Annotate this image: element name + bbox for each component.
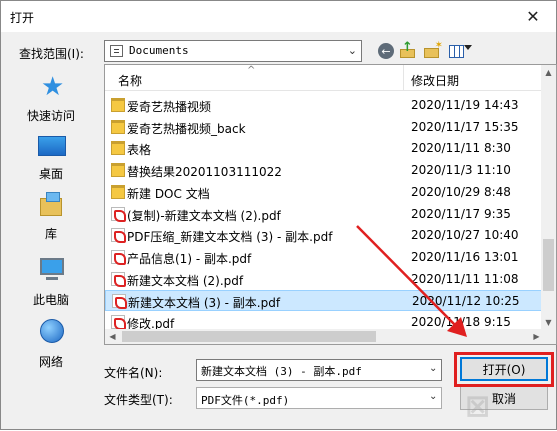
new-folder-icon: ✶ xyxy=(424,40,443,58)
file-list-row[interactable]: 新建 DOC 文档 2020/10/29 8:48 xyxy=(105,182,544,203)
file-date: 2020/11/19 14:43 xyxy=(411,98,519,112)
back-arrow-icon: ← xyxy=(378,43,394,59)
folder-icon xyxy=(111,119,125,134)
file-date: 2020/11/17 15:35 xyxy=(411,119,519,134)
file-name: 新建文本文档 (2).pdf xyxy=(127,273,244,288)
new-folder-button[interactable]: ✶ xyxy=(422,40,443,61)
pdf-file-icon xyxy=(111,315,126,330)
file-name-dropdown-icon[interactable]: ⌄ xyxy=(429,363,437,374)
file-date: 2020/10/27 10:40 xyxy=(411,228,519,243)
up-folder-icon: ↑ xyxy=(400,40,416,58)
place-quick-access[interactable]: ★ 快速访问 xyxy=(7,68,95,126)
pdf-file-icon xyxy=(111,249,126,265)
file-type-dropdown-icon[interactable]: ⌄ xyxy=(429,391,437,402)
file-list-row[interactable]: 新建文本文档 (3) - 副本.pdf 2020/11/12 10:25 xyxy=(105,290,544,312)
file-list-row[interactable]: 爱奇艺热播视频_back 2020/11/17 15:35 xyxy=(105,117,544,138)
documents-folder-icon xyxy=(110,45,123,57)
places-bar: ★ 快速访问 桌面 库 此电脑 网络 xyxy=(7,64,95,369)
file-name: 表格 xyxy=(127,143,152,158)
place-label: 此电脑 xyxy=(32,293,69,307)
file-date: 2020/10/29 8:48 xyxy=(411,184,511,199)
column-header-name[interactable]: 名称 xyxy=(118,72,142,89)
file-name: PDF压缩_新建文本文档 (3) - 副本.pdf xyxy=(127,230,333,245)
file-list-row[interactable]: 表格 2020/11/11 8:30 xyxy=(105,138,544,159)
horizontal-scroll-thumb[interactable] xyxy=(122,331,376,342)
file-list-row[interactable]: PDF压缩_新建文本文档 (3) - 副本.pdf 2020/10/27 10:4… xyxy=(105,225,544,246)
look-in-dropdown[interactable]: Documents ⌄ xyxy=(104,40,362,62)
file-list[interactable]: ^ 名称 修改日期 爱奇艺热播视频 2020/11/19 14:43 爱奇艺热播视频… xyxy=(104,64,557,345)
file-date: 2020/11/18 9:15 xyxy=(411,315,511,329)
file-date: 2020/11/3 11:10 xyxy=(411,163,511,178)
place-network[interactable]: 网络 xyxy=(7,314,95,372)
pdf-file-icon xyxy=(111,271,126,287)
vertical-scroll-thumb[interactable] xyxy=(543,239,554,291)
view-menu-icon xyxy=(448,44,464,58)
file-date: 2020/11/17 9:35 xyxy=(411,206,511,221)
this-pc-icon xyxy=(38,258,66,284)
desktop-icon xyxy=(38,136,66,156)
place-this-pc[interactable]: 此电脑 xyxy=(7,252,95,310)
file-name: 爱奇艺热播视频 xyxy=(127,100,212,114)
libraries-icon xyxy=(38,192,66,218)
column-separator[interactable] xyxy=(403,65,404,91)
file-type-label: 文件类型(T): xyxy=(104,393,173,407)
look-in-label: 查找范围(I): xyxy=(19,47,84,61)
file-name-input[interactable]: 新建文本文档 (3) - 副本.pdf xyxy=(196,359,442,381)
place-label: 桌面 xyxy=(38,167,63,181)
view-menu-button[interactable] xyxy=(446,41,466,61)
file-date: 2020/11/16 13:01 xyxy=(411,249,519,264)
file-date: 2020/11/11 11:08 xyxy=(411,271,519,286)
view-dropdown-arrow-icon[interactable] xyxy=(464,45,472,50)
sort-chevron-icon: ^ xyxy=(247,65,256,76)
file-date: 2020/11/12 10:25 xyxy=(412,294,520,309)
file-name: 爱奇艺热播视频_back xyxy=(127,121,246,136)
folder-icon xyxy=(111,98,125,112)
pdf-file-icon xyxy=(112,294,127,310)
file-list-row[interactable]: 新建文本文档 (2).pdf 2020/11/11 11:08 xyxy=(105,269,544,290)
scroll-corner xyxy=(541,329,556,344)
horizontal-scrollbar[interactable]: ◀ ▶ xyxy=(105,329,544,344)
place-label: 快速访问 xyxy=(26,109,75,123)
pdf-file-icon xyxy=(111,228,126,244)
file-name: 新建 DOC 文档 xyxy=(127,186,210,201)
column-header-date[interactable]: 修改日期 xyxy=(411,72,459,89)
dialog-title: 打开 xyxy=(10,11,35,25)
folder-icon xyxy=(111,141,125,156)
open-file-dialog: 打开 ✕ 查找范围(I): Documents ⌄ ← ↑ ✶ ★ 快速访问 桌… xyxy=(0,0,557,430)
column-header-row: ^ 名称 修改日期 xyxy=(105,65,544,91)
file-name: 产品信息(1) - 副本.pdf xyxy=(127,251,252,266)
place-label: 网络 xyxy=(38,355,63,369)
network-icon xyxy=(40,319,64,343)
file-name: (复制)-新建文本文档 (2).pdf xyxy=(127,208,281,223)
scroll-down-icon[interactable]: ▼ xyxy=(541,315,556,330)
file-list-row[interactable]: 产品信息(1) - 副本.pdf 2020/11/16 13:01 xyxy=(105,247,544,268)
file-name: 新建文本文档 (3) - 副本.pdf xyxy=(128,296,281,311)
chevron-down-icon: ⌄ xyxy=(347,44,357,57)
title-bar: 打开 ✕ xyxy=(1,1,556,32)
look-in-value: Documents xyxy=(129,44,189,57)
watermark-logo: ⊠ xyxy=(465,389,491,424)
vertical-scrollbar[interactable]: ▲ ▼ xyxy=(541,65,556,330)
file-name-label: 文件名(N): xyxy=(104,366,163,380)
file-list-row[interactable]: 替换结果20201103111022 2020/11/3 11:10 xyxy=(105,160,544,181)
place-libraries[interactable]: 库 xyxy=(7,186,95,244)
folder-icon xyxy=(111,184,125,199)
file-date: 2020/11/11 8:30 xyxy=(411,141,511,156)
folder-icon xyxy=(111,163,125,178)
back-button[interactable]: ← xyxy=(376,41,396,61)
close-button[interactable]: ✕ xyxy=(510,1,556,32)
annotation-highlight-box xyxy=(454,352,554,387)
pdf-file-icon xyxy=(111,206,126,222)
file-name: 替换结果20201103111022 xyxy=(127,165,282,180)
file-list-row[interactable]: 爱奇艺热播视频 2020/11/19 14:43 xyxy=(105,95,544,116)
scroll-up-icon[interactable]: ▲ xyxy=(541,65,556,80)
place-label: 库 xyxy=(44,227,57,241)
place-desktop[interactable]: 桌面 xyxy=(7,126,95,184)
up-one-level-button[interactable]: ↑ xyxy=(398,40,418,61)
file-type-select[interactable]: PDF文件(*.pdf) xyxy=(196,387,442,409)
scroll-left-icon[interactable]: ◀ xyxy=(105,329,120,344)
quick-access-star-icon: ★ xyxy=(41,72,65,102)
file-list-row[interactable]: (复制)-新建文本文档 (2).pdf 2020/11/17 9:35 xyxy=(105,204,544,225)
